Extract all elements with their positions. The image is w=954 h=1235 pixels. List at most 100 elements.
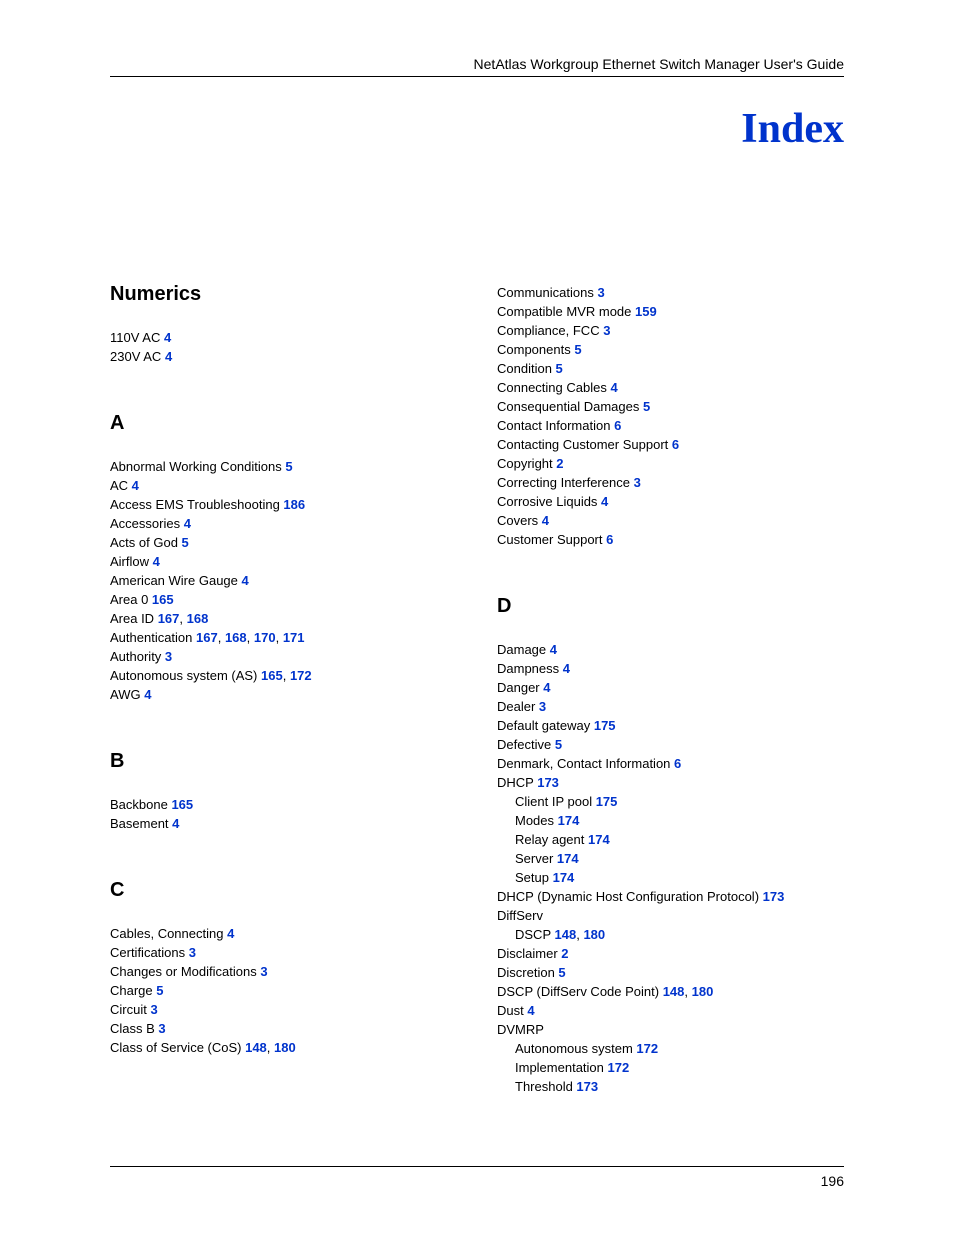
entry-label: Autonomous system (AS) [110, 668, 261, 683]
index-entry: Class of Service (CoS) 148, 180 [110, 1038, 457, 1057]
index-subentry: Setup 174 [497, 868, 844, 887]
page-link[interactable]: 3 [165, 649, 172, 664]
page-link[interactable]: 167 [158, 611, 180, 626]
page-link[interactable]: 6 [672, 437, 679, 452]
entry-label: DiffServ [497, 908, 543, 923]
page-link[interactable]: 5 [556, 361, 563, 376]
entry-label: Implementation [515, 1060, 608, 1075]
page-link[interactable]: 3 [597, 285, 604, 300]
page-link[interactable]: 5 [156, 983, 163, 998]
page-link[interactable]: 175 [596, 794, 618, 809]
page-link[interactable]: 6 [674, 756, 681, 771]
page-link[interactable]: 180 [583, 927, 605, 942]
index-subentry: Autonomous system 172 [497, 1039, 844, 1058]
page-link[interactable]: 168 [187, 611, 209, 626]
page-link[interactable]: 186 [283, 497, 305, 512]
header-rule: NetAtlas Workgroup Ethernet Switch Manag… [110, 56, 844, 77]
page-link[interactable]: 5 [643, 399, 650, 414]
page-link[interactable]: 180 [692, 984, 714, 999]
page-separator: , [267, 1040, 274, 1055]
page-separator: , [247, 630, 254, 645]
index-entry: Basement 4 [110, 814, 457, 833]
page-link[interactable]: 172 [290, 668, 312, 683]
page-link[interactable]: 4 [184, 516, 191, 531]
entry-label: Dust [497, 1003, 527, 1018]
page-link[interactable]: 167 [196, 630, 218, 645]
page-link[interactable]: 172 [636, 1041, 658, 1056]
page-link[interactable]: 171 [283, 630, 305, 645]
index-entry: Cables, Connecting 4 [110, 924, 457, 943]
page-link[interactable]: 5 [558, 965, 565, 980]
index-entry: Dampness 4 [497, 659, 844, 678]
page-link[interactable]: 170 [254, 630, 276, 645]
page-link[interactable]: 4 [227, 926, 234, 941]
page-link[interactable]: 3 [539, 699, 546, 714]
index-entry: Contacting Customer Support 6 [497, 435, 844, 454]
page-link[interactable]: 6 [606, 532, 613, 547]
page-link[interactable]: 3 [260, 964, 267, 979]
page-link[interactable]: 148 [663, 984, 685, 999]
page-link[interactable]: 3 [158, 1021, 165, 1036]
page-link[interactable]: 2 [561, 946, 568, 961]
page-link[interactable]: 3 [603, 323, 610, 338]
page-link[interactable]: 175 [594, 718, 616, 733]
page-link[interactable]: 165 [152, 592, 174, 607]
page-separator: , [218, 630, 225, 645]
page-link[interactable]: 5 [555, 737, 562, 752]
page-link[interactable]: 165 [171, 797, 193, 812]
page-link[interactable]: 4 [563, 661, 570, 676]
entry-label: AC [110, 478, 132, 493]
page-link[interactable]: 174 [558, 813, 580, 828]
page-link[interactable]: 173 [763, 889, 785, 904]
page-link[interactable]: 3 [189, 945, 196, 960]
page-link[interactable]: 4 [542, 513, 549, 528]
index-subentry: Modes 174 [497, 811, 844, 830]
page-link[interactable]: 4 [132, 478, 139, 493]
entry-label: Airflow [110, 554, 153, 569]
entry-label: AWG [110, 687, 144, 702]
page-link[interactable]: 5 [285, 459, 292, 474]
page-link[interactable]: 4 [527, 1003, 534, 1018]
index-entry: Defective 5 [497, 735, 844, 754]
right-column: Communications 3Compatible MVR mode 159C… [497, 283, 844, 1096]
page-link[interactable]: 4 [144, 687, 151, 702]
index-entry: DiffServ [497, 906, 844, 925]
index-subentry: Client IP pool 175 [497, 792, 844, 811]
page-link[interactable]: 173 [576, 1079, 598, 1094]
page-link[interactable]: 148 [245, 1040, 267, 1055]
page-link[interactable]: 6 [614, 418, 621, 433]
page-link[interactable]: 4 [164, 330, 171, 345]
page-link[interactable]: 165 [261, 668, 283, 683]
page-link[interactable]: 173 [537, 775, 559, 790]
page-link[interactable]: 172 [608, 1060, 630, 1075]
entry-label: DSCP (DiffServ Code Point) [497, 984, 663, 999]
page-link[interactable]: 4 [610, 380, 617, 395]
index-entry: Discretion 5 [497, 963, 844, 982]
page-link[interactable]: 4 [543, 680, 550, 695]
page-link[interactable]: 180 [274, 1040, 296, 1055]
entry-label: Compatible MVR mode [497, 304, 635, 319]
page-link[interactable]: 3 [150, 1002, 157, 1017]
page-link[interactable]: 159 [635, 304, 657, 319]
page-link[interactable]: 4 [172, 816, 179, 831]
page-link[interactable]: 5 [182, 535, 189, 550]
entry-label: Disclaimer [497, 946, 561, 961]
page-link[interactable]: 2 [556, 456, 563, 471]
index-subentry: Threshold 173 [497, 1077, 844, 1096]
page-link[interactable]: 174 [588, 832, 610, 847]
page-link[interactable]: 168 [225, 630, 247, 645]
entry-label: DHCP (Dynamic Host Configuration Protoco… [497, 889, 763, 904]
page-link[interactable]: 4 [242, 573, 249, 588]
page-link[interactable]: 174 [557, 851, 579, 866]
page-link[interactable]: 5 [574, 342, 581, 357]
index-entry: Compliance, FCC 3 [497, 321, 844, 340]
page-link[interactable]: 4 [165, 349, 172, 364]
page-link[interactable]: 4 [153, 554, 160, 569]
entry-label: Setup [515, 870, 553, 885]
page-link[interactable]: 3 [634, 475, 641, 490]
page-link[interactable]: 174 [553, 870, 575, 885]
page-link[interactable]: 148 [555, 927, 577, 942]
page-link[interactable]: 4 [550, 642, 557, 657]
page-link[interactable]: 4 [601, 494, 608, 509]
entry-label: Modes [515, 813, 558, 828]
